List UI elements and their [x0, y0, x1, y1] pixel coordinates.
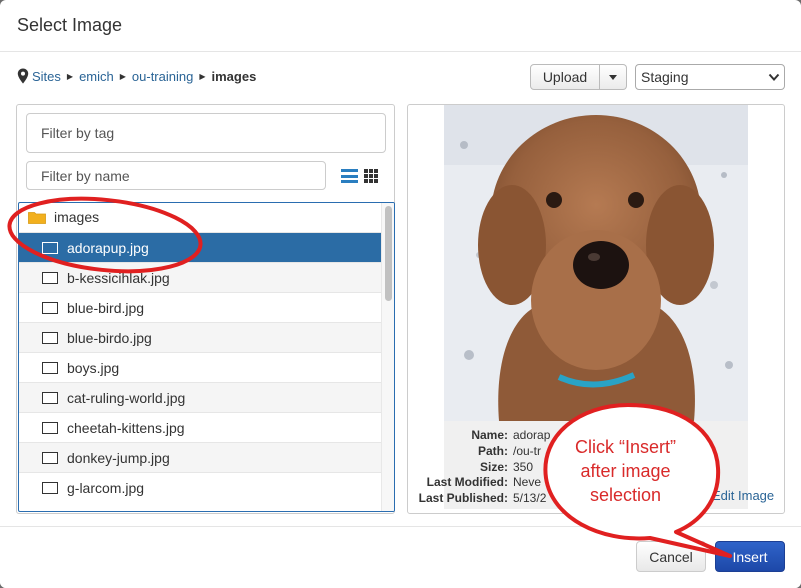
map-pin-icon: [17, 68, 29, 84]
file-row[interactable]: b-kessicihlak.jpg: [19, 262, 381, 292]
file-row[interactable]: donkey-jump.jpg: [19, 442, 381, 472]
file-row[interactable]: cat-ruling-world.jpg: [19, 382, 381, 412]
image-file-icon: [42, 361, 58, 374]
image-preview: [444, 105, 748, 421]
detail-value-size: 350: [513, 460, 534, 474]
file-row[interactable]: blue-birdo.jpg: [19, 322, 381, 352]
detail-label-last-published: Last Published:: [418, 491, 508, 505]
breadcrumb-emich[interactable]: emich: [79, 69, 114, 84]
file-row[interactable]: adorapup.jpg: [19, 232, 381, 262]
filter-by-name-input[interactable]: Filter by name: [26, 161, 326, 190]
file-row[interactable]: g-larcom.jpg: [19, 472, 381, 502]
image-file-icon: [42, 241, 58, 254]
chevron-down-icon: [768, 73, 780, 81]
file-name: boys.jpg: [67, 359, 120, 376]
file-name: cat-ruling-world.jpg: [67, 389, 186, 406]
cancel-button[interactable]: Cancel: [636, 541, 706, 572]
environment-select[interactable]: Staging: [635, 64, 785, 90]
file-name: b-kessicihlak.jpg: [67, 269, 170, 286]
caret-right-icon: ▶: [119, 71, 126, 81]
file-name: blue-birdo.jpg: [67, 329, 152, 346]
folder-icon: [28, 211, 46, 224]
caret-right-icon: ▶: [199, 71, 206, 81]
dialog-header: Select Image: [0, 0, 801, 52]
file-name: cheetah-kittens.jpg: [67, 419, 185, 436]
detail-value-last-published: 5/13/2: [513, 491, 547, 505]
grid-view-icon[interactable]: [364, 169, 378, 183]
folder-label: images: [54, 209, 100, 225]
file-row[interactable]: boys.jpg: [19, 352, 381, 382]
detail-label-path: Path:: [478, 444, 508, 458]
file-name: blue-bird.jpg: [67, 299, 145, 316]
image-file-icon: [42, 271, 58, 284]
view-toggle: [341, 169, 378, 183]
scrollbar[interactable]: [381, 203, 394, 511]
breadcrumb-images: images: [211, 68, 257, 84]
detail-label-last-modified: Last Modified:: [426, 475, 508, 489]
file-name: adorapup.jpg: [67, 239, 149, 256]
filter-by-tag-input[interactable]: Filter by tag: [26, 113, 386, 153]
detail-value-name: adorap: [513, 428, 551, 442]
scroll-thumb[interactable]: [385, 206, 392, 301]
dialog-title: Select Image: [17, 15, 123, 35]
image-file-icon: [42, 301, 58, 314]
image-file-icon: [42, 331, 58, 344]
annotation-line-2: after image: [580, 461, 671, 481]
file-name: donkey-jump.jpg: [67, 449, 170, 466]
annotation-line-3: selection: [589, 485, 662, 505]
file-row[interactable]: cheetah-kittens.jpg: [19, 412, 381, 442]
list-view-icon[interactable]: [341, 169, 358, 183]
caret-down-icon: [609, 74, 617, 80]
image-file-icon: [42, 451, 58, 464]
breadcrumb: Sites ▶ emich ▶ ou-training ▶ images: [17, 66, 256, 86]
breadcrumb-ou-training[interactable]: ou-training: [132, 69, 193, 84]
image-file-icon: [42, 421, 58, 434]
image-file-icon: [42, 391, 58, 404]
upload-dropdown-toggle[interactable]: [600, 64, 627, 90]
detail-value-path: /ou-tr: [513, 444, 542, 458]
file-list: images adorapup.jpg b-kessicihlak.jpg blue…: [18, 202, 395, 512]
file-row[interactable]: blue-bird.jpg: [19, 292, 381, 322]
detail-value-last-modified: Neve: [513, 475, 542, 489]
edit-image-link[interactable]: Edit Image: [712, 488, 774, 503]
image-file-icon: [42, 481, 58, 494]
detail-label-name: Name:: [471, 428, 508, 442]
upload-button[interactable]: Upload: [530, 64, 600, 90]
detail-label-size: Size:: [479, 460, 508, 474]
breadcrumb-sites[interactable]: Sites: [32, 69, 61, 84]
file-name: g-larcom.jpg: [67, 479, 145, 496]
upload-button-group: Upload: [530, 64, 627, 90]
annotation-line-1: Click “Insert”: [574, 437, 676, 457]
environment-value: Staging: [641, 69, 689, 85]
caret-right-icon: ▶: [66, 71, 74, 81]
folder-images[interactable]: images: [19, 203, 381, 231]
annotation-text: Click “Insert” after image selection: [553, 435, 698, 507]
insert-button[interactable]: Insert: [715, 541, 785, 572]
